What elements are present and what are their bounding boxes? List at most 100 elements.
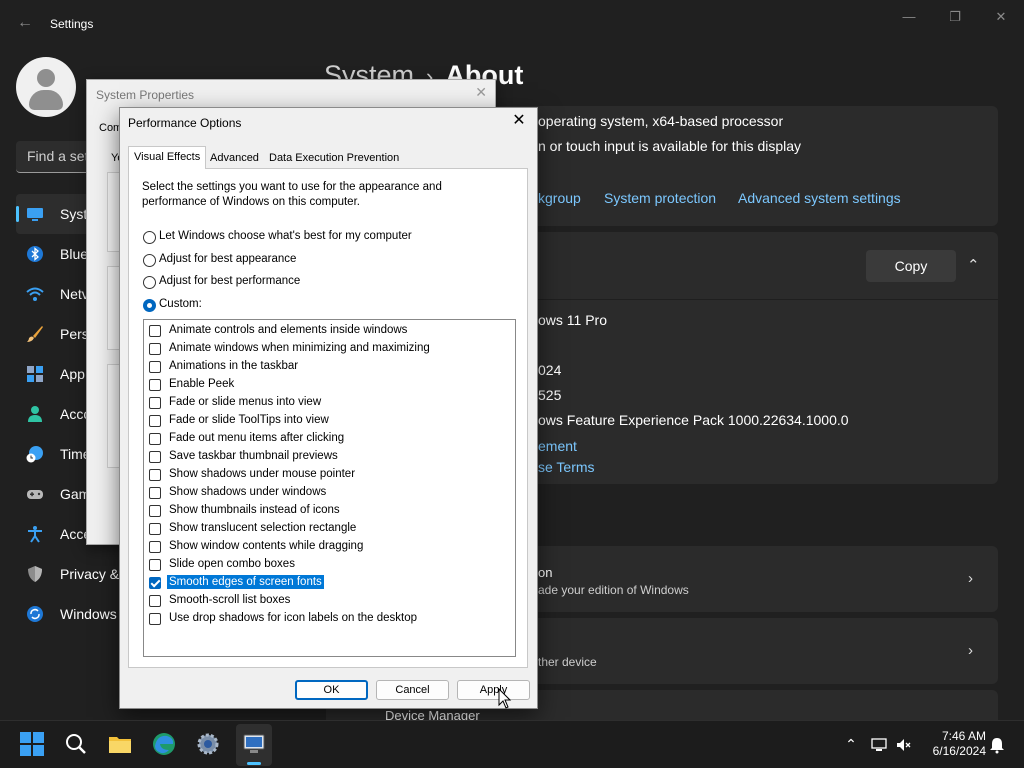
checkbox[interactable] xyxy=(149,505,161,517)
ok-button[interactable]: OK xyxy=(295,680,368,700)
chevron-right-icon: › xyxy=(968,570,973,587)
network-icon[interactable] xyxy=(870,736,888,754)
list-item[interactable]: Fade or slide ToolTips into view xyxy=(149,412,509,430)
list-item[interactable]: Smooth edges of screen fonts xyxy=(149,574,509,592)
os-build-value: 525 xyxy=(538,387,562,403)
sidebar-item-privacy[interactable]: Privacy & xyxy=(16,554,126,594)
list-item[interactable]: Fade out menu items after clicking xyxy=(149,430,509,448)
search-icon[interactable] xyxy=(63,731,89,757)
clock-date: 6/16/2024 xyxy=(932,744,986,758)
checkbox[interactable] xyxy=(149,469,161,481)
list-item[interactable]: Animations in the taskbar xyxy=(149,358,509,376)
settings-icon[interactable] xyxy=(195,731,221,757)
tab-advanced[interactable]: Advanced xyxy=(205,149,264,169)
back-arrow-icon[interactable]: ← xyxy=(14,12,36,34)
notification-bell-icon[interactable] xyxy=(988,736,1006,754)
checkbox[interactable] xyxy=(149,559,161,571)
checkbox-label: Show window contents while dragging xyxy=(169,540,364,552)
checkbox-label: Show shadows under windows xyxy=(169,486,327,498)
product-key-title: on xyxy=(538,565,553,580)
volume-muted-icon[interactable] xyxy=(895,736,913,754)
radio-button[interactable] xyxy=(143,254,156,267)
performance-options-dialog: Performance Options ✕ Visual Effects Adv… xyxy=(119,107,538,709)
avatar[interactable] xyxy=(16,57,76,117)
checkbox[interactable] xyxy=(149,325,161,337)
checkbox[interactable] xyxy=(149,343,161,355)
close-icon[interactable]: ✕ xyxy=(475,84,487,101)
wifi-icon xyxy=(26,287,44,301)
update-icon xyxy=(27,606,43,622)
radio-button[interactable] xyxy=(143,299,156,312)
radio-label: Adjust for best performance xyxy=(159,275,301,287)
radio-label: Custom: xyxy=(159,298,202,310)
list-item[interactable]: Fade or slide menus into view xyxy=(149,394,509,412)
performance-options-title: Performance Options xyxy=(128,116,242,130)
checkbox[interactable] xyxy=(149,433,161,445)
sidebar-item-label: Netv xyxy=(60,286,89,302)
brush-icon xyxy=(27,326,43,342)
tab-data-execution-prevention[interactable]: Data Execution Prevention xyxy=(264,149,404,169)
system-protection-link[interactable]: System protection xyxy=(604,190,716,206)
workgroup-link[interactable]: kgroup xyxy=(538,190,581,206)
shield-icon xyxy=(28,566,42,582)
services-agreement-link[interactable]: ement xyxy=(538,438,577,454)
clock[interactable]: 7:46 AM 6/16/2024 xyxy=(918,729,986,759)
checkbox[interactable] xyxy=(149,415,161,427)
checkbox[interactable] xyxy=(149,361,161,373)
checkbox[interactable] xyxy=(149,523,161,535)
list-item[interactable]: Show thumbnails instead of icons xyxy=(149,502,509,520)
checkbox-label: Slide open combo boxes xyxy=(169,558,295,570)
file-explorer-icon[interactable] xyxy=(107,731,133,757)
checkbox[interactable] xyxy=(149,595,161,607)
tab-visual-effects[interactable]: Visual Effects xyxy=(128,146,207,169)
checkbox[interactable] xyxy=(149,613,161,625)
list-item[interactable]: Show shadows under mouse pointer xyxy=(149,466,509,484)
list-item[interactable]: Use drop shadows for icon labels on the … xyxy=(149,610,509,628)
apply-button[interactable]: Apply xyxy=(457,680,530,700)
checkbox[interactable] xyxy=(149,487,161,499)
close-icon[interactable]: ✕ xyxy=(509,111,529,131)
cancel-button[interactable]: Cancel xyxy=(376,680,449,700)
person-icon xyxy=(28,406,42,422)
chevron-up-icon[interactable]: ⌃ xyxy=(842,736,860,754)
radio-button[interactable] xyxy=(143,276,156,289)
checkbox-label: Fade out menu items after clicking xyxy=(169,432,345,444)
chevron-up-icon[interactable]: ⌃ xyxy=(967,256,980,274)
sidebar-item-windows-update[interactable]: Windows xyxy=(16,594,126,634)
checkbox[interactable] xyxy=(149,541,161,553)
close-icon[interactable]: ✕ xyxy=(986,6,1016,28)
checkbox[interactable] xyxy=(149,397,161,409)
radio-button[interactable] xyxy=(143,231,156,244)
monitor-icon xyxy=(27,208,43,221)
list-item[interactable]: Animate windows when minimizing and maxi… xyxy=(149,340,509,358)
bluetooth-icon xyxy=(27,246,43,262)
checkbox-label: Fade or slide menus into view xyxy=(169,396,322,408)
copy-button[interactable]: Copy xyxy=(866,250,956,282)
visual-effects-list[interactable]: Animate controls and elements inside win… xyxy=(143,319,516,657)
checkbox[interactable] xyxy=(149,577,161,589)
checkbox-label: Save taskbar thumbnail previews xyxy=(169,450,338,462)
license-terms-link[interactable]: se Terms xyxy=(538,459,595,475)
sidebar-item-label: Privacy & xyxy=(60,566,120,582)
list-item[interactable]: Save taskbar thumbnail previews xyxy=(149,448,509,466)
list-item[interactable]: Show shadows under windows xyxy=(149,484,509,502)
taskbar: ⌃ 7:46 AM 6/16/2024 xyxy=(0,720,1024,768)
start-icon[interactable] xyxy=(19,731,45,757)
avatar-body xyxy=(29,90,63,110)
system-properties-icon[interactable] xyxy=(241,731,267,757)
list-item[interactable]: Enable Peek xyxy=(149,376,509,394)
restore-icon[interactable]: ❐ xyxy=(940,6,970,28)
checkbox[interactable] xyxy=(149,451,161,463)
advanced-system-settings-link[interactable]: Advanced system settings xyxy=(738,190,901,206)
list-item[interactable]: Slide open combo boxes xyxy=(149,556,509,574)
list-item[interactable]: Show translucent selection rectangle xyxy=(149,520,509,538)
list-item[interactable]: Show window contents while dragging xyxy=(149,538,509,556)
radio-label: Let Windows choose what's best for my co… xyxy=(159,230,412,242)
sidebar-item-label: Blue xyxy=(60,246,89,262)
minimize-icon[interactable]: — xyxy=(894,6,924,28)
list-item[interactable]: Animate controls and elements inside win… xyxy=(149,322,509,340)
experience-value: ows Feature Experience Pack 1000.22634.1… xyxy=(538,412,849,428)
list-item[interactable]: Smooth-scroll list boxes xyxy=(149,592,509,610)
edge-icon[interactable] xyxy=(151,731,177,757)
checkbox[interactable] xyxy=(149,379,161,391)
